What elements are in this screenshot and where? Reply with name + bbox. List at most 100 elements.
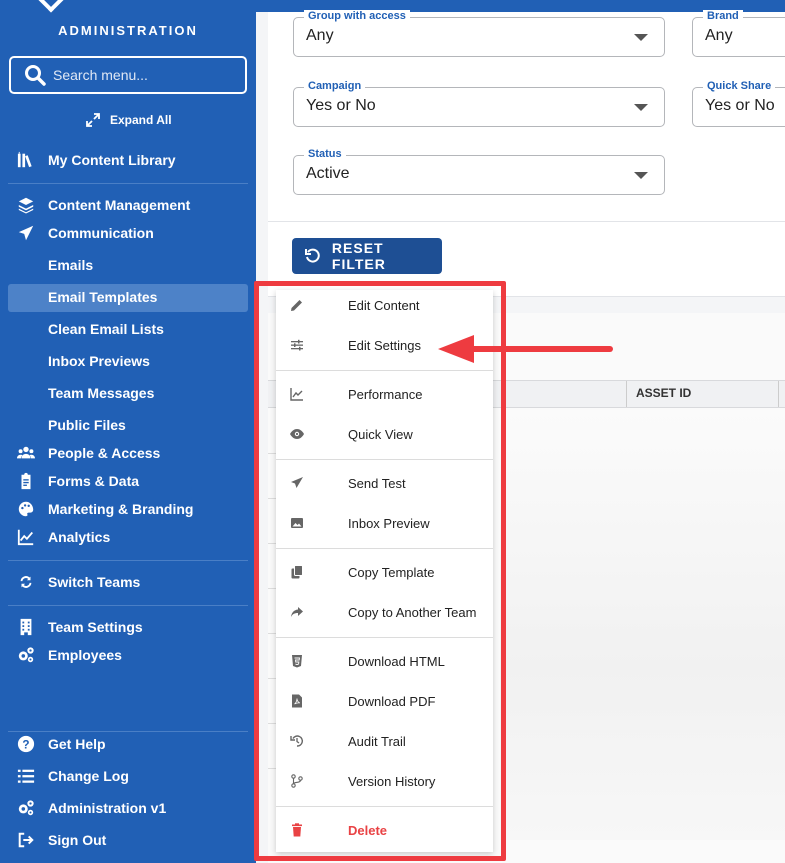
sidebar-item-label: Administration v1: [48, 800, 167, 816]
sidebar-item-public-files[interactable]: Public Files: [48, 413, 126, 437]
switch-icon: [16, 572, 36, 592]
menu-item-label: Version History: [348, 773, 436, 789]
group-with-access-select[interactable]: Group with access Any: [293, 10, 665, 57]
menu-item-label: Audit Trail: [348, 733, 406, 749]
brand-select[interactable]: Brand Any: [692, 10, 785, 57]
sidebar-item-emails[interactable]: Emails: [48, 253, 93, 277]
menu-item-download-pdf[interactable]: Download PDF: [276, 686, 493, 716]
context-menu: Edit Content Edit Settings Performance Q…: [276, 290, 493, 852]
share-arrow-icon: [290, 605, 304, 619]
image-icon: [290, 516, 304, 530]
menu-item-label: Performance: [348, 386, 423, 402]
expand-icon: [86, 113, 100, 127]
sign-out-icon: [16, 830, 36, 850]
divider: [8, 183, 248, 184]
column-separator[interactable]: [626, 381, 627, 407]
column-header-asset-id[interactable]: ASSET ID: [636, 386, 691, 400]
menu-item-edit-content[interactable]: Edit Content: [276, 290, 493, 320]
sidebar-item-team-messages[interactable]: Team Messages: [48, 381, 154, 405]
sidebar-item-people-access[interactable]: People & Access: [16, 441, 160, 465]
gears-icon: [16, 798, 36, 818]
copy-icon: [290, 565, 304, 579]
menu-item-version-history[interactable]: Version History: [276, 766, 493, 796]
sidebar-item-marketing-branding[interactable]: Marketing & Branding: [16, 497, 193, 521]
field-label: Quick Share: [703, 80, 776, 92]
reset-icon: [304, 248, 320, 263]
history-icon: [290, 734, 304, 748]
field-label: Brand: [703, 10, 743, 22]
menu-item-label: Download HTML: [348, 653, 445, 669]
menu-item-label: Copy Template: [348, 564, 435, 580]
field-value: Any: [306, 27, 334, 44]
paper-plane-icon: [290, 476, 304, 490]
status-select[interactable]: Status Active: [293, 148, 665, 195]
paper-plane-icon: [16, 223, 36, 243]
layers-icon: [16, 195, 36, 215]
sidebar-item-administration-v1[interactable]: Administration v1: [16, 796, 166, 820]
menu-item-download-html[interactable]: Download HTML: [276, 646, 493, 676]
menu-item-label: Delete: [348, 822, 388, 838]
sidebar-item-label: Change Log: [48, 768, 129, 784]
chevron-down-icon: [634, 34, 648, 41]
expand-all-button[interactable]: Expand All: [86, 113, 172, 127]
sidebar-item-analytics[interactable]: Analytics: [16, 525, 110, 549]
menu-item-label: Download PDF: [348, 693, 436, 709]
sidebar-item-label: Marketing & Branding: [48, 501, 194, 517]
sidebar-item-label: Analytics: [48, 529, 111, 545]
reset-filter-button[interactable]: RESET FILTER: [292, 238, 442, 274]
column-separator[interactable]: [778, 381, 779, 407]
sidebar-item-switch-teams[interactable]: Switch Teams: [16, 570, 140, 594]
menu-item-copy-template[interactable]: Copy Template: [276, 557, 493, 587]
gears-icon: [16, 645, 36, 665]
menu-item-quick-view[interactable]: Quick View: [276, 419, 493, 449]
svg-text:?: ?: [22, 739, 29, 752]
campaign-select[interactable]: Campaign Yes or No: [293, 80, 665, 127]
eye-icon: [290, 427, 304, 441]
menu-item-performance[interactable]: Performance: [276, 379, 493, 409]
divider: [268, 221, 785, 222]
sidebar-item-employees[interactable]: Employees: [16, 643, 122, 667]
search-input[interactable]: [53, 67, 233, 83]
sidebar-item-get-help[interactable]: ? Get Help: [16, 732, 106, 756]
html-file-icon: [290, 654, 304, 668]
menu-item-label: Edit Content: [348, 297, 420, 313]
menu-item-send-test[interactable]: Send Test: [276, 468, 493, 498]
sidebar-item-inbox-previews[interactable]: Inbox Previews: [48, 349, 150, 373]
menu-item-inbox-preview[interactable]: Inbox Preview: [276, 508, 493, 538]
sidebar-item-label: My Content Library: [48, 152, 176, 168]
sidebar-title: ADMINISTRATION: [58, 23, 198, 38]
sidebar-item-label: Content Management: [48, 197, 191, 213]
quick-share-select[interactable]: Quick Share Yes or No: [692, 80, 785, 127]
branch-icon: [290, 774, 304, 788]
chevron-down-icon: [634, 172, 648, 179]
sidebar-item-team-settings[interactable]: Team Settings: [16, 615, 143, 639]
logo-icon: [35, 0, 67, 13]
sidebar-item-sign-out[interactable]: Sign Out: [16, 828, 106, 852]
sidebar-item-my-content-library[interactable]: My Content Library: [16, 148, 176, 172]
sidebar-item-change-log[interactable]: Change Log: [16, 764, 129, 788]
sidebar-item-communication[interactable]: Communication: [16, 221, 154, 245]
menu-item-label: Quick View: [348, 426, 413, 442]
field-label: Status: [304, 148, 346, 160]
search-menu[interactable]: [9, 56, 247, 94]
menu-item-delete[interactable]: Delete: [276, 815, 493, 845]
sidebar-item-label: Forms & Data: [48, 473, 140, 489]
arrow-icon: [438, 335, 613, 363]
sidebar-item-email-templates[interactable]: Email Templates: [48, 285, 157, 309]
clipboard-icon: [16, 471, 36, 491]
sidebar-item-label: Team Settings: [48, 619, 143, 635]
help-icon: ?: [16, 734, 36, 754]
library-icon: [16, 150, 36, 170]
sidebar-item-clean-email-lists[interactable]: Clean Email Lists: [48, 317, 164, 341]
list-icon: [16, 766, 36, 786]
menu-divider: [276, 459, 493, 460]
trash-icon: [290, 823, 304, 837]
menu-item-copy-to-another-team[interactable]: Copy to Another Team: [276, 597, 493, 627]
search-icon: [25, 65, 46, 86]
sidebar-item-label: People & Access: [48, 445, 161, 461]
menu-item-label: Send Test: [348, 475, 406, 491]
field-value: Any: [705, 27, 733, 44]
sidebar-item-forms-data[interactable]: Forms & Data: [16, 469, 139, 493]
sidebar-item-content-management[interactable]: Content Management: [16, 193, 190, 217]
menu-item-audit-trail[interactable]: Audit Trail: [276, 726, 493, 756]
